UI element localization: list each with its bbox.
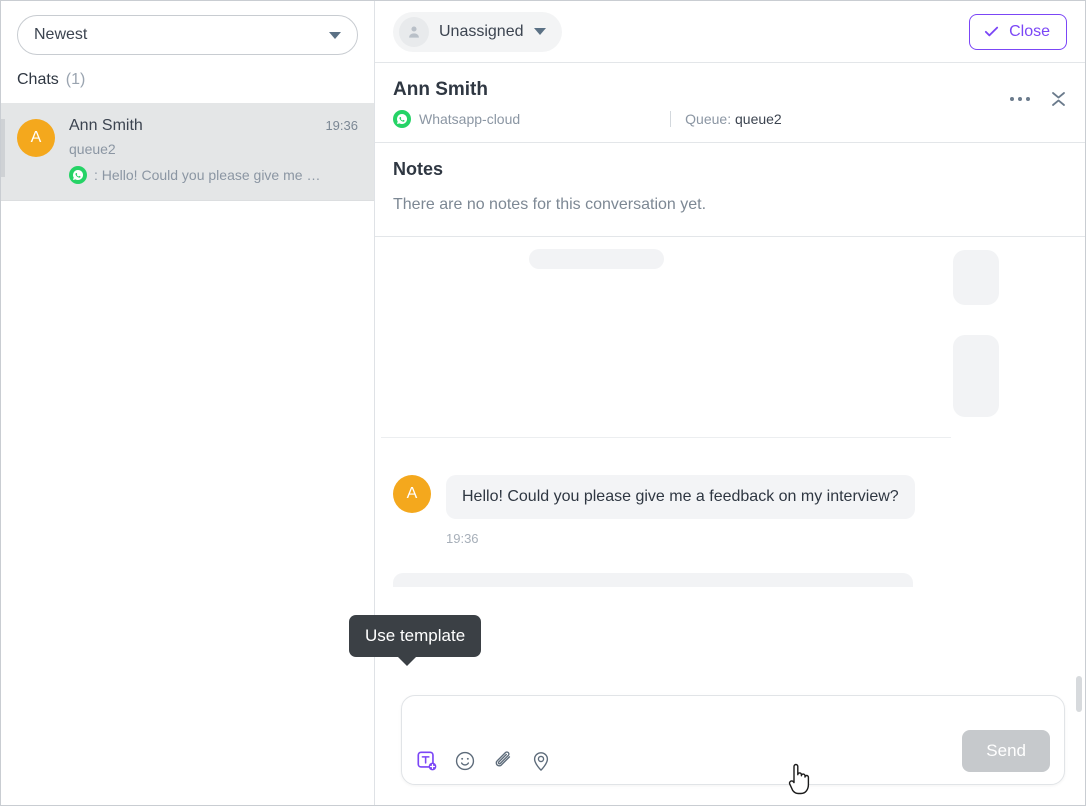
assignee-label: Unassigned <box>439 22 524 40</box>
check-icon <box>985 26 999 37</box>
chats-header-label: Chats <box>17 71 59 88</box>
channel-name: Whatsapp-cloud <box>419 111 521 127</box>
list-item[interactable]: A Ann Smith 19:36 queue2 : Hello! Could … <box>1 103 374 201</box>
close-button-label: Close <box>1009 22 1050 40</box>
whatsapp-icon <box>393 110 411 128</box>
page-title: Ann Smith <box>393 79 488 100</box>
send-button[interactable]: Send <box>962 730 1050 772</box>
list-item-preview-text: : Hello! Could you please give me … <box>94 167 321 183</box>
list-item-body: Ann Smith 19:36 queue2 : Hello! Could yo… <box>69 117 358 184</box>
channel-info: Whatsapp-cloud <box>393 110 520 128</box>
conversation-toolbar: Unassigned Close <box>375 1 1085 63</box>
avatar: A <box>393 475 431 513</box>
queue-label: Queue: <box>685 111 732 127</box>
notes-title: Notes <box>393 159 444 179</box>
whatsapp-icon <box>69 166 87 184</box>
ghost-bubble-outgoing-1 <box>953 250 999 305</box>
ghost-bubble-outgoing-2 <box>953 335 999 417</box>
sort-select[interactable]: Newest <box>17 15 358 55</box>
sidebar-scroll-indicator[interactable] <box>1 119 5 177</box>
conversation-list-sidebar: Newest Chats (1) A Ann Smith 19:36 queue… <box>1 1 375 805</box>
ellipsis-icon[interactable] <box>1010 97 1030 101</box>
ghost-divider-line <box>381 437 951 438</box>
attachment-icon[interactable] <box>492 750 514 772</box>
composer-tools <box>416 750 552 772</box>
assignee-dropdown[interactable]: Unassigned <box>393 11 562 52</box>
ghost-bubble-incoming-next <box>393 573 913 587</box>
person-icon <box>399 16 429 47</box>
notes-section: Notes There are no notes for this conver… <box>375 143 1085 237</box>
message-row: A Hello! Could you please give me a feed… <box>393 475 1067 587</box>
queue-value: queue2 <box>735 111 782 127</box>
sort-control-wrap: Newest <box>1 1 374 55</box>
list-item-time: 19:36 <box>325 118 358 133</box>
message-timestamp: 19:36 <box>446 531 479 546</box>
queue-info: Queue: queue2 <box>685 111 782 127</box>
notes-empty-text: There are no notes for this conversation… <box>393 196 707 213</box>
list-item-top-row: Ann Smith 19:36 <box>69 117 358 135</box>
conversation-panel: Unassigned Close Ann Smith Whatsapp-clou… <box>349 1 1085 805</box>
vertical-scrollbar-thumb[interactable] <box>1076 676 1082 712</box>
chats-header-count: (1) <box>65 71 86 88</box>
chats-header: Chats (1) <box>1 55 374 103</box>
emoji-icon[interactable] <box>454 750 476 772</box>
chat-list: A Ann Smith 19:36 queue2 : Hello! Could … <box>1 103 374 805</box>
app-root: Newest Chats (1) A Ann Smith 19:36 queue… <box>0 0 1086 806</box>
list-item-preview-row: : Hello! Could you please give me … <box>69 166 358 184</box>
list-item-name: Ann Smith <box>69 117 143 134</box>
sort-select-value: Newest <box>34 26 88 43</box>
list-item-queue: queue2 <box>69 141 116 157</box>
close-conversation-button[interactable]: Close <box>969 13 1067 50</box>
message-content: Hello! Could you please give me a feedba… <box>393 475 1067 587</box>
location-icon[interactable] <box>530 750 552 772</box>
message-bubble: Hello! Could you please give me a feedba… <box>446 475 915 519</box>
ghost-date-divider <box>529 249 664 269</box>
chevron-down-icon <box>533 28 546 35</box>
message-composer[interactable]: Send <box>401 695 1065 785</box>
contact-meta: Whatsapp-cloud Queue: queue2 <box>393 110 1067 128</box>
template-icon[interactable] <box>416 750 438 772</box>
contact-header: Ann Smith Whatsapp-cloud Queue: queue2 <box>375 63 1085 143</box>
avatar: A <box>17 119 55 157</box>
collapse-icon[interactable] <box>1050 89 1067 109</box>
meta-divider <box>670 111 672 127</box>
contact-header-actions <box>1010 89 1067 109</box>
tooltip-use-template: Use template <box>349 615 482 666</box>
message-composer-area: Use template Send <box>349 615 1085 805</box>
chevron-down-icon <box>329 31 341 39</box>
message-scroll-area[interactable]: A Hello! Could you please give me a feed… <box>375 237 1085 695</box>
